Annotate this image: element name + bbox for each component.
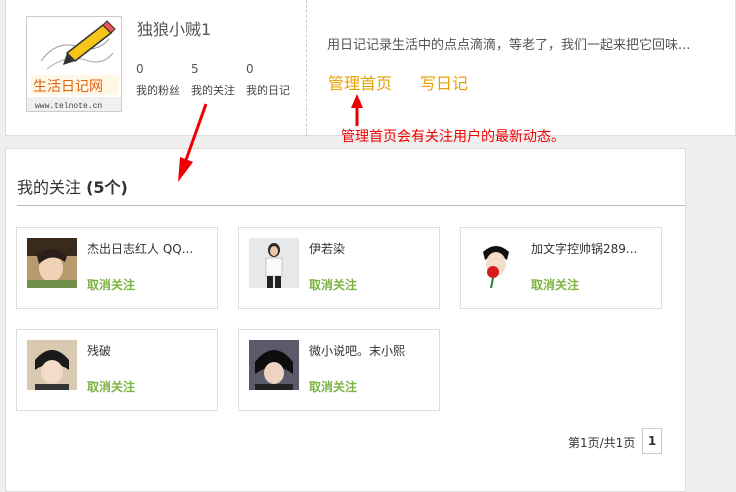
following-title-text: 我的关注 [17, 178, 82, 197]
unfollow-button[interactable]: 取消关注 [309, 378, 357, 395]
following-title: 我的关注 (5个) [17, 174, 128, 198]
stat-following[interactable]: 5 我的关注 [191, 62, 235, 98]
site-logo: 生活日记网 www.telnote.cn [26, 16, 122, 112]
stat-following-label: 我的关注 [191, 84, 235, 97]
stat-fans-value: 0 [136, 62, 144, 76]
following-card: 微小说吧。末小熙 取消关注 [238, 329, 440, 411]
annotation-note: 管理首页会有关注用户的最新动态。 [341, 129, 565, 145]
following-card: 加文字控帅锅289... 取消关注 [460, 227, 662, 309]
unfollow-button[interactable]: 取消关注 [87, 276, 135, 293]
following-card: 残破 取消关注 [16, 329, 218, 411]
stat-following-value: 5 [191, 62, 199, 76]
logo-url: www.telnote.cn [35, 102, 102, 111]
unfollow-button[interactable]: 取消关注 [87, 378, 135, 395]
manage-home-link[interactable]: 管理首页 [328, 70, 392, 94]
following-count: (5个) [86, 178, 128, 197]
write-diary-link[interactable]: 写日记 [420, 70, 468, 94]
stat-diaries[interactable]: 0 我的日记 [246, 62, 290, 98]
header-divider [306, 0, 307, 136]
unfollow-button[interactable]: 取消关注 [531, 276, 579, 293]
user-name[interactable]: 加文字控帅锅289... [531, 240, 637, 257]
stat-fans[interactable]: 0 我的粉丝 [136, 62, 180, 98]
unfollow-button[interactable]: 取消关注 [309, 276, 357, 293]
user-name[interactable]: 残破 [87, 342, 111, 359]
page-button-current[interactable]: 1 [642, 428, 662, 454]
following-card: 伊若染 取消关注 [238, 227, 440, 309]
user-name[interactable]: 微小说吧。末小熙 [309, 342, 405, 359]
avatar[interactable] [249, 238, 299, 288]
following-card: 杰出日志红人 QQ... 取消关注 [16, 227, 218, 309]
following-panel: 我的关注 (5个) 杰出日志红人 QQ... 取消关注 伊若染 取消关注 加文字… [5, 148, 686, 492]
title-divider [17, 205, 685, 206]
stat-fans-label: 我的粉丝 [136, 84, 180, 97]
avatar[interactable] [27, 340, 77, 390]
pager-text: 第1页/共1页 [568, 436, 636, 450]
stat-diaries-label: 我的日记 [246, 84, 290, 97]
avatar[interactable] [249, 340, 299, 390]
logo-text: 生活日记网 [33, 78, 103, 94]
avatar[interactable] [27, 238, 77, 288]
user-name[interactable]: 杰出日志红人 QQ... [87, 240, 193, 257]
avatar[interactable] [471, 238, 521, 288]
site-description: 用日记记录生活中的点点滴滴，等老了，我们一起来把它回味... [327, 38, 691, 53]
stat-diaries-value: 0 [246, 62, 254, 76]
user-name[interactable]: 伊若染 [309, 240, 345, 257]
username[interactable]: 独狼小贼1 [137, 16, 211, 40]
